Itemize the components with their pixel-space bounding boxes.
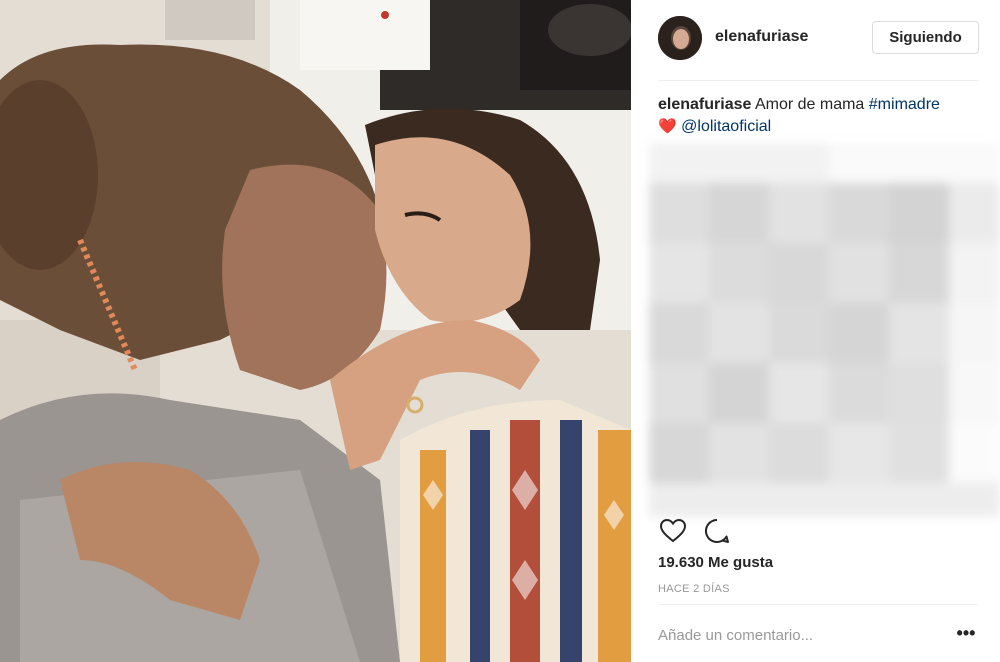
avatar[interactable] [658, 16, 702, 60]
caption-hashtag[interactable]: #mimadre [869, 96, 940, 113]
caption-text: Amor de mama [754, 96, 865, 113]
post-timestamp[interactable]: HACE 2 DÍAS [658, 583, 730, 595]
following-button[interactable]: Siguiendo [872, 21, 979, 54]
heart-emoji-icon: ❤️ [658, 118, 677, 135]
post-caption: elenafuriase Amor de mama #mimadre ❤️ @l… [658, 94, 988, 138]
header-username[interactable]: elenafuriase [715, 28, 808, 46]
blurred-comments [649, 143, 1000, 517]
comment-input[interactable] [658, 620, 938, 650]
post-photo[interactable] [0, 0, 631, 662]
caption-username[interactable]: elenafuriase [658, 96, 751, 113]
avatar-image [658, 16, 702, 60]
caption-mention[interactable]: @lolitaoficial [681, 118, 771, 135]
speech-bubble-icon[interactable] [702, 516, 732, 546]
more-options-icon[interactable]: ••• [953, 622, 979, 648]
post-side-panel: elenafuriase Siguiendo elenafuriase Amor… [631, 0, 1000, 662]
heart-outline-icon[interactable] [658, 516, 688, 546]
post-photo-illustration [0, 0, 631, 662]
post-header: elenafuriase Siguiendo [631, 0, 1000, 80]
header-divider [658, 80, 979, 81]
likes-count[interactable]: 19.630 Me gusta [658, 554, 773, 571]
comment-divider [658, 604, 979, 605]
